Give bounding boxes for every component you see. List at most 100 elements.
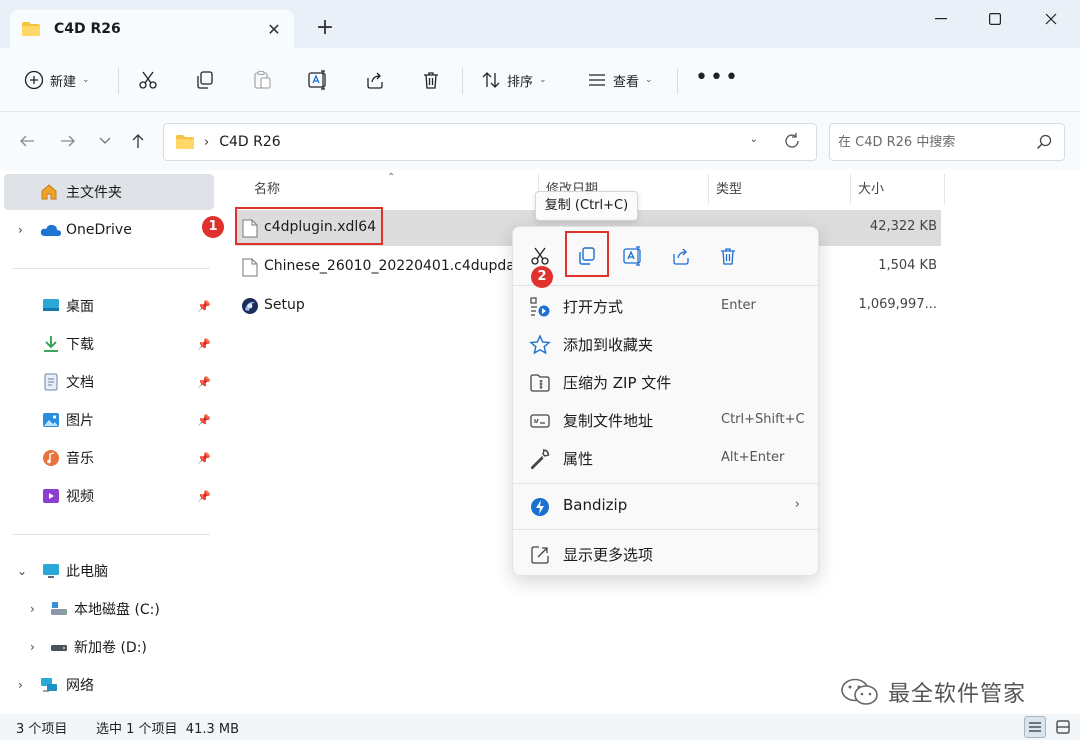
new-button[interactable]: 新建 ⌄ <box>24 66 90 94</box>
watermark: 最全软件管家 <box>840 674 1026 710</box>
up-button[interactable] <box>127 130 149 152</box>
view-list-icon <box>589 74 605 86</box>
column-divider[interactable] <box>944 174 945 204</box>
menu-shortcut: Alt+Enter <box>721 450 785 465</box>
pin-icon[interactable]: 📌 <box>197 300 211 313</box>
sidebar-item-documents[interactable]: 文档 📌 <box>0 364 214 400</box>
menu-item-show-more[interactable]: 显示更多选项 <box>513 535 818 573</box>
column-header-type[interactable]: 类型 <box>716 178 742 197</box>
close-window-button[interactable] <box>1028 6 1074 32</box>
sort-button[interactable]: 排序 ⌄ <box>481 66 547 94</box>
details-view-icon <box>1029 722 1041 732</box>
forward-button[interactable] <box>57 130 79 152</box>
menu-shortcut: Ctrl+Shift+C <box>721 412 805 427</box>
chevron-down-icon[interactable]: ⌄ <box>750 134 758 145</box>
sidebar-item-pictures[interactable]: 图片 📌 <box>0 402 214 438</box>
pin-icon[interactable]: 📌 <box>197 452 211 465</box>
details-view-button[interactable] <box>1024 716 1046 738</box>
new-tab-button[interactable]: + <box>314 16 336 40</box>
refresh-icon <box>785 133 799 148</box>
sidebar-item-videos[interactable]: 视频 📌 <box>0 478 214 514</box>
sort-icon <box>482 72 500 88</box>
scissors-icon <box>531 247 549 265</box>
minimize-button[interactable] <box>918 6 964 32</box>
more-options-icon[interactable]: ••• <box>695 67 740 89</box>
desktop-icon <box>43 299 59 311</box>
sidebar-item-drive-d[interactable]: › 新加卷 (D:) <box>0 629 214 665</box>
chevron-right-icon[interactable]: › <box>30 640 35 654</box>
recent-locations-button[interactable] <box>94 130 116 152</box>
column-divider[interactable] <box>850 174 851 204</box>
cut-button[interactable] <box>138 66 158 94</box>
sidebar-label: 此电脑 <box>66 564 108 580</box>
column-header-size[interactable]: 大小 <box>858 178 884 197</box>
external-options-icon <box>529 544 551 566</box>
search-box[interactable] <box>829 123 1065 161</box>
pin-icon[interactable]: 📌 <box>197 338 211 351</box>
column-divider[interactable] <box>708 174 709 204</box>
menu-share-button[interactable] <box>666 241 696 271</box>
plus-circle-icon <box>24 70 44 90</box>
menu-item-open-with[interactable]: 打开方式 Enter <box>513 287 818 325</box>
chevron-down-icon[interactable]: ⌄ <box>17 564 27 578</box>
address-bar[interactable]: › C4D R26 ⌄ <box>163 123 817 161</box>
arrow-up-icon <box>132 134 144 148</box>
sidebar-item-home[interactable]: 主文件夹 <box>4 174 214 210</box>
menu-item-compress-zip[interactable]: 压缩为 ZIP 文件 <box>513 363 818 401</box>
sidebar-item-downloads[interactable]: 下载 📌 <box>0 326 214 362</box>
file-size: 1,069,997... <box>858 297 937 312</box>
column-header-name[interactable]: 名称 <box>254 178 280 197</box>
open-with-icon <box>529 296 551 318</box>
menu-item-copy-path[interactable]: 复制文件地址 Ctrl+Shift+C <box>513 401 818 439</box>
sidebar-item-desktop[interactable]: 桌面 📌 <box>0 288 214 324</box>
maximize-button[interactable] <box>972 6 1018 32</box>
sidebar-item-this-pc[interactable]: ⌄ 此电脑 <box>0 553 214 589</box>
divider <box>513 529 818 530</box>
delete-button[interactable] <box>421 66 441 94</box>
menu-label: 打开方式 <box>563 298 624 316</box>
arrow-left-icon <box>20 135 34 147</box>
tab-c4d-r26[interactable]: C4D R26 ✕ <box>10 10 294 48</box>
refresh-button[interactable] <box>783 132 801 154</box>
chevron-right-icon[interactable]: › <box>18 678 23 692</box>
paste-icon <box>254 70 271 89</box>
divider <box>513 483 818 484</box>
sidebar-item-network[interactable]: › 网络 <box>0 667 214 703</box>
pin-icon[interactable]: 📌 <box>197 376 211 389</box>
step-badge: 2 <box>531 266 553 288</box>
chevron-right-icon[interactable]: › <box>30 602 35 616</box>
wechat-icon <box>841 678 878 705</box>
pin-icon[interactable]: 📌 <box>197 414 211 427</box>
context-menu: 打开方式 Enter 添加到收藏夹 压缩为 ZIP 文件 复制文件地址 Ctrl… <box>512 226 819 576</box>
arrow-right-icon <box>61 135 75 147</box>
sidebar-item-music[interactable]: 音乐 📌 <box>0 440 214 476</box>
wrench-icon <box>529 448 551 470</box>
rename-button[interactable] <box>308 66 330 94</box>
navigation-row: › C4D R26 ⌄ <box>0 112 1080 170</box>
breadcrumb-current[interactable]: C4D R26 <box>219 134 280 150</box>
home-icon <box>41 184 57 200</box>
download-icon <box>44 336 58 352</box>
copy-button[interactable] <box>195 66 215 94</box>
share-button[interactable] <box>365 66 385 94</box>
sidebar-item-drive-c[interactable]: › 本地磁盘 (C:) <box>0 591 214 627</box>
tiles-view-button[interactable] <box>1052 716 1074 738</box>
search-input[interactable] <box>838 124 1028 160</box>
menu-delete-button[interactable] <box>713 241 743 271</box>
sidebar-label: 桌面 <box>66 299 94 315</box>
chevron-down-icon: ⌄ <box>645 75 653 85</box>
share-icon <box>367 72 383 89</box>
menu-rename-button[interactable] <box>619 241 649 271</box>
pin-icon[interactable]: 📌 <box>197 490 211 503</box>
menu-item-add-favorites[interactable]: 添加到收藏夹 <box>513 325 818 363</box>
menu-item-bandizip[interactable]: Bandizip › <box>513 487 818 525</box>
view-button[interactable]: 查看 ⌄ <box>587 66 653 94</box>
file-size: 42,322 KB <box>869 219 937 234</box>
sidebar-label: 音乐 <box>66 451 94 467</box>
paste-button[interactable] <box>252 66 272 94</box>
chevron-right-icon[interactable]: › <box>18 223 23 237</box>
close-tab-icon[interactable]: ✕ <box>264 20 284 39</box>
sidebar-item-onedrive[interactable]: › OneDrive <box>0 212 214 248</box>
menu-item-properties[interactable]: 属性 Alt+Enter <box>513 439 818 477</box>
back-button[interactable] <box>16 130 38 152</box>
